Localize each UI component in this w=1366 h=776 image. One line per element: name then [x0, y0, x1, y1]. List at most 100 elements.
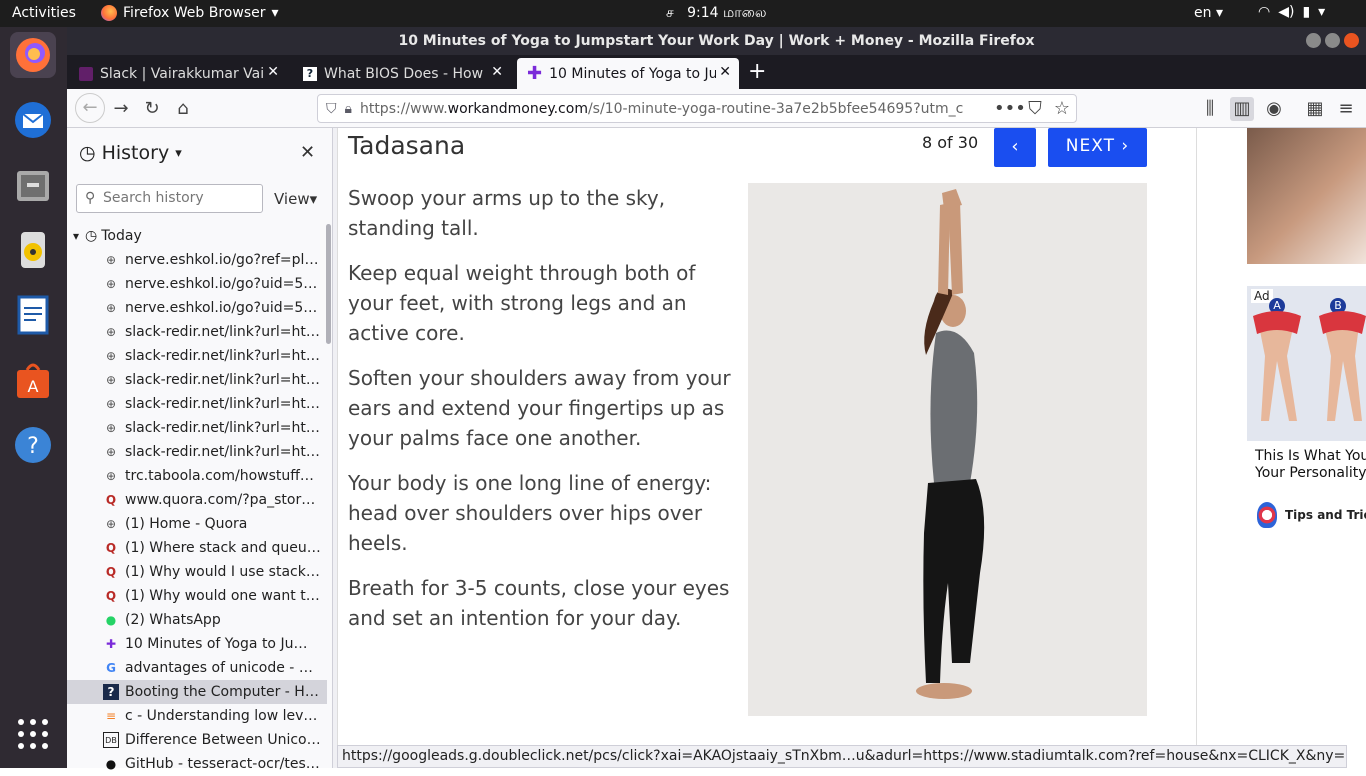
back-button[interactable]: ←	[75, 93, 105, 123]
history-item[interactable]: ⊕ slack-redir.net/link?url=http...	[67, 392, 327, 416]
ad-image[interactable]: Ad A B	[1247, 286, 1366, 441]
extensions-icon[interactable]: ▦	[1303, 97, 1327, 121]
close-tab-icon[interactable]: ✕	[488, 64, 503, 80]
activities-button[interactable]: Activities	[12, 5, 76, 21]
ad-brand[interactable]: Tips and Tric	[1257, 502, 1366, 528]
forward-button[interactable]: →	[109, 97, 133, 121]
history-list: ▾ ◷ Today ⊕ nerve.eshkol.io/go?ref=pl&h..…	[67, 224, 327, 776]
history-item[interactable]: Qwww.quora.com/?pa_story=...	[67, 488, 327, 512]
account-icon[interactable]: ◉	[1262, 97, 1286, 121]
search-history-input[interactable]: ⚲ Search history	[76, 184, 263, 213]
history-item[interactable]: ⊕ slack-redir.net/link?url=http...	[67, 368, 327, 392]
new-tab-button[interactable]: +	[748, 59, 766, 84]
lock-icon[interactable]: 🔒︎	[345, 101, 352, 117]
history-item-title: slack-redir.net/link?url=http...	[125, 396, 321, 412]
system-tray[interactable]: ◠ ◀) ▮ ▾	[1258, 4, 1325, 20]
globe-icon: ⊕	[105, 421, 117, 435]
history-item[interactable]: Gadvantages of unicode - Goo...	[67, 656, 327, 680]
language-indicator[interactable]: en ▾	[1194, 5, 1223, 21]
maximize-button[interactable]	[1325, 33, 1340, 48]
search-placeholder: Search history	[103, 190, 204, 206]
window-title: 10 Minutes of Yoga to Jumpstart Your Wor…	[398, 33, 1035, 49]
history-item[interactable]: ⊕ trc.taboola.com/howstuffwo...	[67, 464, 327, 488]
view-menu-button[interactable]: View▾	[274, 190, 317, 208]
history-item[interactable]: ● (2) WhatsApp	[67, 608, 327, 632]
history-item-title: GitHub - tesseract-ocr/tessd...	[125, 756, 321, 772]
history-item[interactable]: Q (1) Why would I use stack ins...	[67, 560, 327, 584]
paragraph: Soften your shoulders away from your ear…	[348, 366, 731, 450]
minimize-button[interactable]	[1306, 33, 1321, 48]
show-applications-grid-icon[interactable]	[10, 711, 56, 757]
history-item[interactable]: ⊕ slack-redir.net/link?url=http...	[67, 440, 327, 464]
clock[interactable]: ச 9:14 மாலை	[666, 5, 766, 23]
history-item[interactable]: ≡ c - Understanding low level f...	[67, 704, 327, 728]
page-actions-icon[interactable]: •••	[994, 97, 1026, 121]
tab-bios[interactable]: ? What BIOS Does - How B ✕	[293, 58, 511, 89]
close-sidebar-icon[interactable]: ✕	[300, 142, 315, 163]
history-item-title: slack-redir.net/link?url=http...	[125, 324, 321, 340]
sidebar-scrollbar[interactable]	[326, 224, 331, 344]
thunderbird-dock-icon[interactable]	[10, 97, 56, 143]
history-item[interactable]: ✚ 10 Minutes of Yoga to Jump...	[67, 632, 327, 656]
previous-button[interactable]: ‹	[994, 128, 1036, 167]
clock-icon: ◷	[85, 228, 98, 244]
next-button[interactable]: NEXT ›	[1048, 128, 1147, 167]
history-item[interactable]: ⊕ nerve.eshkol.io/go?uid=5e1...	[67, 296, 327, 320]
url-bar[interactable]: ⛉ 🔒︎ https://www.workandmoney.com/s/10-m…	[317, 94, 1077, 123]
home-button[interactable]: ⌂	[171, 97, 195, 121]
app-menu[interactable]: Firefox Web Browser ▾	[101, 5, 279, 21]
globe-icon: ⊕	[105, 277, 117, 291]
history-item[interactable]: ⊕ slack-redir.net/link?url=http...	[67, 344, 327, 368]
whatsapp-icon: ●	[105, 613, 117, 627]
tab-label: 10 Minutes of Yoga to Ju	[549, 65, 718, 82]
history-item[interactable]: ● GitHub - tesseract-ocr/tessd...	[67, 752, 327, 776]
history-item[interactable]: ⊕ slack-redir.net/link?url=http...	[67, 416, 327, 440]
tab-yoga[interactable]: ✚ 10 Minutes of Yoga to Ju ✕	[517, 58, 739, 89]
files-dock-icon[interactable]	[10, 162, 56, 208]
sidebar-header[interactable]: ◷ History ▾	[79, 142, 182, 164]
tab-slack[interactable]: Slack | Vairakkumar Vaira ✕	[69, 58, 287, 89]
volume-icon: ◀)	[1278, 4, 1295, 20]
help-dock-icon[interactable]: ?	[10, 422, 56, 468]
history-item-title: (2) WhatsApp	[125, 612, 221, 628]
firefox-window: 10 Minutes of Yoga to Jumpstart Your Wor…	[67, 27, 1366, 772]
history-item[interactable]: Q (1) Where stack and queue u...	[67, 536, 327, 560]
hamburger-menu-icon[interactable]: ≡	[1334, 97, 1358, 121]
history-item[interactable]: ⊕ slack-redir.net/link?url=http...	[67, 320, 327, 344]
ad-top-image[interactable]	[1247, 128, 1366, 264]
close-window-button[interactable]	[1344, 33, 1359, 48]
tab-bar: Slack | Vairakkumar Vaira ✕ ? What BIOS …	[67, 55, 1366, 89]
software-center-dock-icon[interactable]: A	[10, 357, 56, 403]
sidebar-ad[interactable]: Ad A B This Is What You Your Personality…	[1247, 128, 1366, 768]
library-icon[interactable]: ⫼	[1198, 97, 1222, 121]
globe-icon: ⊕	[105, 397, 117, 411]
history-item[interactable]: ? Booting the Computer - How...	[67, 680, 327, 704]
quora-icon: Q	[105, 565, 117, 579]
writer-dock-icon[interactable]	[10, 292, 56, 338]
close-tab-icon[interactable]: ✕	[716, 64, 731, 80]
window-titlebar[interactable]: 10 Minutes of Yoga to Jumpstart Your Wor…	[67, 27, 1366, 55]
sidebar-toggle-icon[interactable]: ▥	[1230, 97, 1254, 121]
close-tab-icon[interactable]: ✕	[264, 64, 279, 80]
reload-button[interactable]: ↻	[140, 97, 164, 121]
history-item[interactable]: ⊕ (1) Home - Quora	[67, 512, 327, 536]
history-item[interactable]: Q (1) Why would one want to u...	[67, 584, 327, 608]
history-item-title: (1) Why would I use stack ins...	[125, 564, 321, 580]
firefox-dock-icon[interactable]	[10, 32, 56, 78]
chevron-down-icon: ▾	[175, 145, 182, 161]
ad-headline[interactable]: This Is What You Your Personality	[1255, 448, 1366, 482]
paragraph: Swoop your arms up to the sky, standing …	[348, 186, 666, 240]
rhythmbox-dock-icon[interactable]	[10, 227, 56, 273]
globe-icon: ⊕	[105, 373, 117, 387]
quora-icon: Q	[105, 493, 117, 507]
bookmark-star-icon[interactable]: ☆	[1050, 97, 1074, 121]
history-item[interactable]: DB Difference Between Unicod...	[67, 728, 327, 752]
history-item[interactable]: ⊕ nerve.eshkol.io/go?ref=pl&h...	[67, 248, 327, 272]
pocket-icon[interactable]: ⛉	[1023, 97, 1047, 121]
tracking-protection-icon[interactable]: ⛉	[326, 101, 337, 117]
view-label: View	[274, 190, 310, 208]
chevron-down-icon: ▾	[1318, 4, 1326, 20]
history-item[interactable]: ⊕ nerve.eshkol.io/go?uid=5e1...	[67, 272, 327, 296]
history-group-today[interactable]: ▾ ◷ Today	[67, 224, 327, 248]
history-item-title: c - Understanding low level f...	[125, 708, 321, 724]
